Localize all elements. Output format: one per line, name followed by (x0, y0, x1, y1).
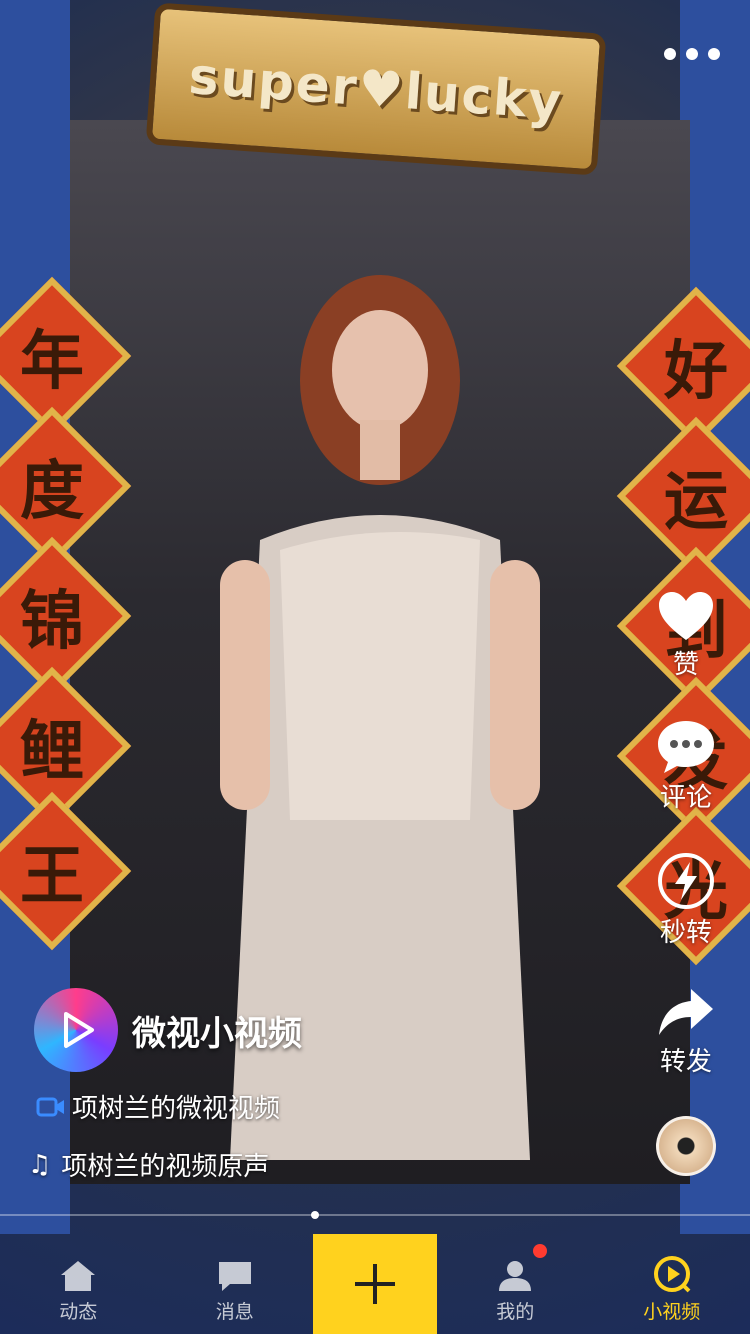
video-title-row: 项树兰的微视视频 (36, 1088, 280, 1125)
tab-label: 我的 (496, 1301, 535, 1323)
couplet-left-char: 锦 (20, 584, 84, 659)
couplet-left-char: 年 (20, 324, 84, 399)
comment-icon (658, 721, 714, 773)
author-info[interactable]: 微视小视频 (34, 988, 302, 1072)
notification-badge (533, 1244, 548, 1258)
comment-button[interactable]: 评论 (656, 719, 716, 814)
plus-icon (355, 1264, 395, 1304)
lightning-icon (658, 853, 714, 909)
more-icon-dot (708, 48, 720, 60)
weishi-logo-icon (64, 1012, 94, 1048)
message-icon (218, 1262, 251, 1291)
video-progress-bar[interactable] (0, 1211, 750, 1219)
author-name[interactable]: 微视小视频 (132, 1006, 302, 1055)
tab-mine[interactable]: 我的 (437, 1234, 594, 1334)
banner-text: super♥lucky (187, 46, 565, 131)
home-icon (61, 1261, 96, 1291)
video-camera-icon (36, 1097, 64, 1116)
comment-label: 评论 (659, 783, 712, 813)
quick-share-label: 秒转 (659, 918, 712, 948)
tab-short-video[interactable]: 小视频 (594, 1234, 750, 1334)
music-disc-button[interactable] (656, 1116, 716, 1176)
more-button[interactable] (664, 48, 720, 60)
side-actions: 赞 评论 秒转 转发 (656, 590, 716, 1214)
play-icon (653, 1256, 691, 1293)
tab-label: 小视频 (643, 1301, 701, 1323)
forward-button[interactable]: 转发 (656, 987, 716, 1078)
couplet-right-char: 好 (664, 334, 728, 409)
music-row[interactable]: ♫ 项树兰的视频原声 (28, 1146, 269, 1183)
create-video-button[interactable] (313, 1234, 437, 1334)
couplet-left-char: 王 (20, 839, 84, 914)
user-icon (499, 1261, 532, 1291)
couplet-right-char: 运 (664, 464, 728, 539)
quick-share-button[interactable]: 秒转 (656, 852, 716, 949)
video-background[interactable]: super♥lucky 年 度 锦 鲤 王 好 运 到 发 光 (0, 0, 750, 1334)
progress-handle[interactable] (311, 1211, 319, 1219)
tab-messages[interactable]: 消息 (157, 1234, 314, 1334)
forward-arrow-icon (659, 989, 713, 1035)
couplet-left-char: 度 (20, 454, 84, 529)
tab-label: 消息 (215, 1301, 254, 1323)
bottom-tabbar: 动态 消息 我的 小视频 (0, 1234, 750, 1334)
tab-label: 动态 (59, 1301, 98, 1323)
like-label: 赞 (672, 650, 699, 680)
tab-dynamic[interactable]: 动态 (0, 1234, 157, 1334)
video-title: 项树兰的微视视频 (72, 1094, 281, 1124)
music-title: 项树兰的视频原声 (61, 1152, 270, 1182)
more-icon-dot (686, 48, 698, 60)
like-button[interactable]: 赞 (656, 590, 716, 681)
couplet-left-char: 鲤 (20, 714, 84, 789)
music-disc-icon (656, 1116, 716, 1176)
more-icon-dot (664, 48, 676, 60)
heart-icon (659, 592, 713, 640)
forward-label: 转发 (659, 1047, 712, 1077)
author-avatar[interactable] (34, 988, 118, 1072)
music-note-icon: ♫ (28, 1149, 52, 1180)
